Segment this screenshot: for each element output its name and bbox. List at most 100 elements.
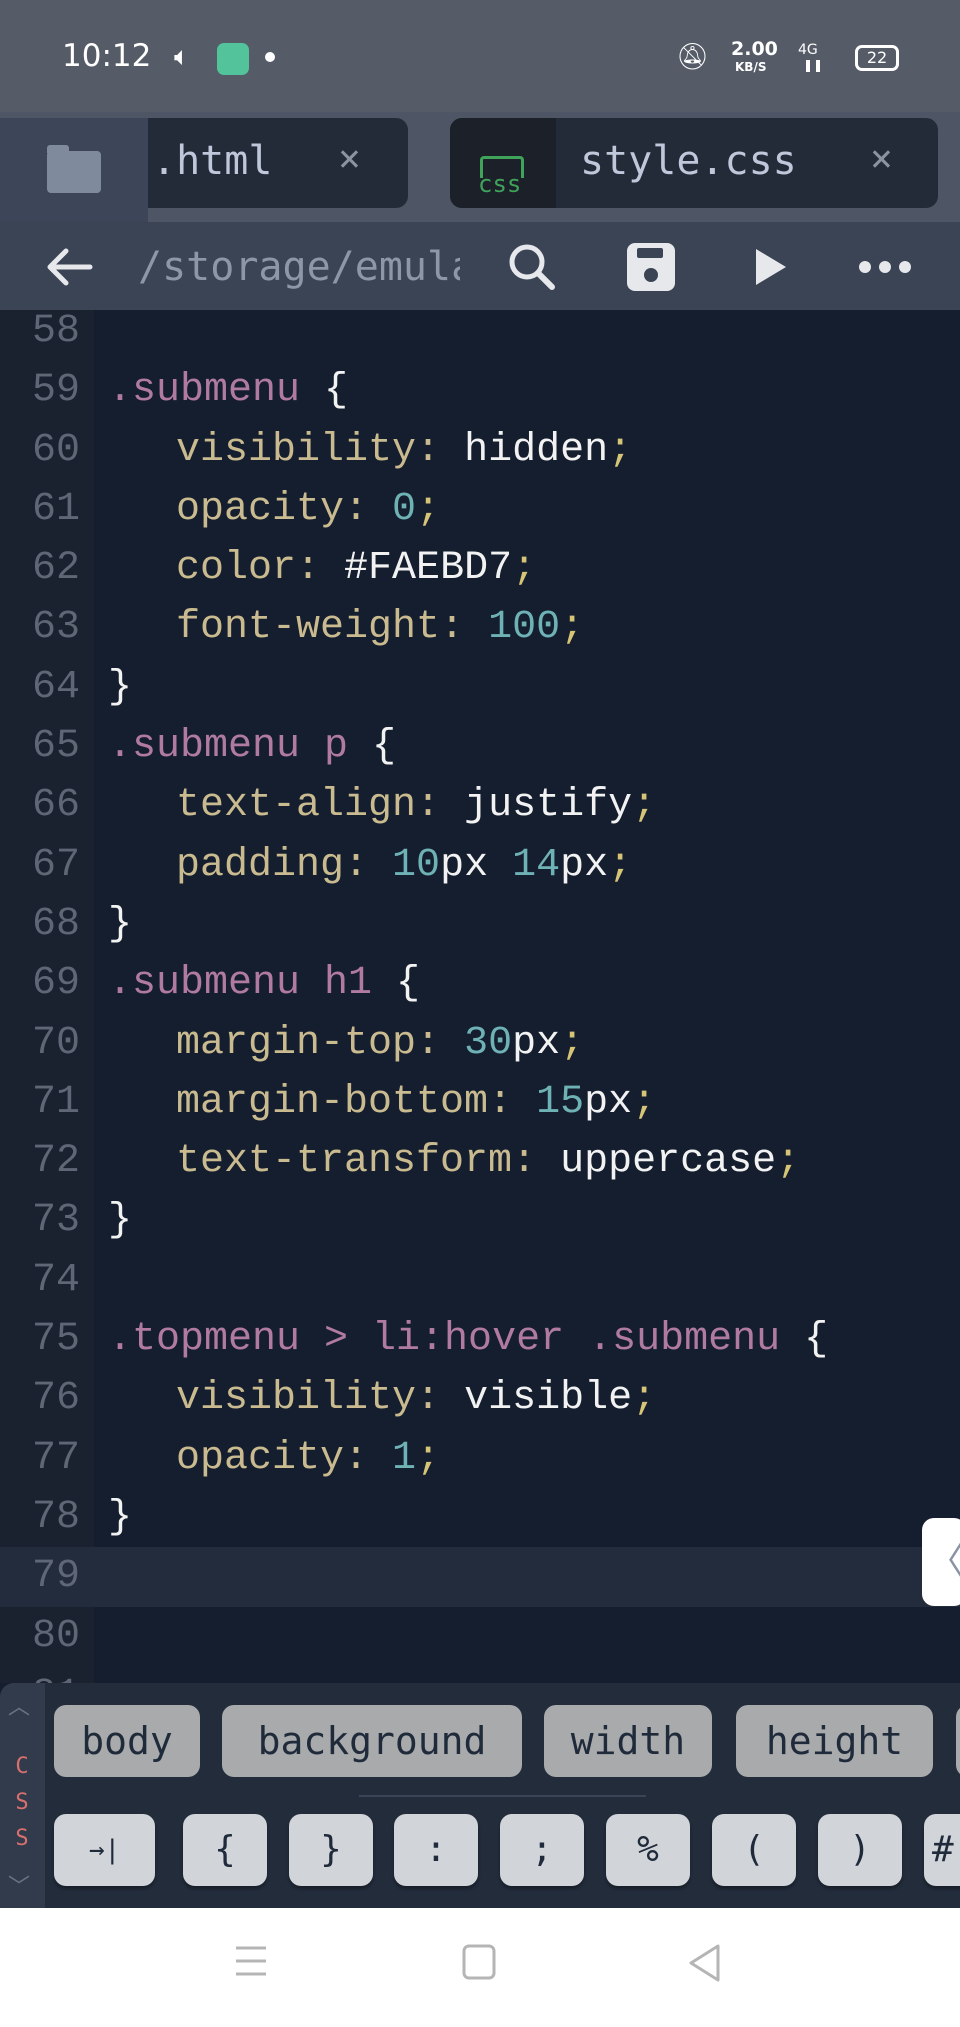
- key-close-brace[interactable]: }: [289, 1814, 373, 1886]
- code-line[interactable]: 58: [0, 310, 960, 361]
- line-number: 72: [31, 1139, 80, 1185]
- token-prop: text-transform: [176, 1139, 513, 1185]
- code-line[interactable]: 67 padding: 10px 14px;: [0, 836, 960, 895]
- token-semi: ;: [608, 427, 633, 473]
- search-icon[interactable]: [497, 232, 567, 302]
- mode-label: C S S: [15, 1754, 29, 1851]
- token-brace: }: [108, 1198, 133, 1244]
- code-text: .submenu h1 {: [108, 954, 420, 1013]
- code-line[interactable]: 78}: [0, 1488, 960, 1547]
- net-unit: KB/S: [735, 60, 767, 74]
- code-line[interactable]: 64}: [0, 658, 960, 717]
- token-prop: :: [416, 427, 465, 473]
- token-prop: font-weight: [176, 605, 441, 651]
- key-colon[interactable]: :: [394, 1814, 478, 1886]
- token-prop: visibility: [176, 427, 417, 473]
- tab-style-css[interactable]: css style.css ×: [450, 118, 938, 208]
- code-line[interactable]: 76 visibility: visible;: [0, 1369, 960, 1428]
- code-editor[interactable]: 58 59 .submenu {60 visibility: hidden; 61 opa…: [0, 310, 960, 1683]
- code-line[interactable]: 61 opacity: 0;: [0, 480, 960, 539]
- token-sel: .submenu h1: [108, 961, 373, 1007]
- chevron-up-icon[interactable]: ︿: [8, 1689, 30, 1721]
- suggestion-more[interactable]: [956, 1705, 960, 1777]
- code-line[interactable]: 75 .topmenu > li:hover .submenu {: [0, 1310, 960, 1369]
- app-notification-icon: [217, 43, 249, 75]
- home-icon[interactable]: [462, 1944, 496, 1984]
- file-browser-button[interactable]: [0, 118, 148, 222]
- suggestion-height[interactable]: height: [736, 1705, 933, 1777]
- back-icon[interactable]: [688, 1944, 722, 1986]
- volume-icon: 🔈︎: [174, 42, 190, 72]
- side-panel-handle[interactable]: 〈: [922, 1518, 960, 1606]
- chevron-down-icon[interactable]: ﹀: [8, 1869, 30, 1901]
- key-open-brace[interactable]: {: [183, 1814, 267, 1886]
- suggestion-background[interactable]: background: [222, 1705, 522, 1777]
- code-text: font-weight: 100;: [176, 598, 584, 657]
- token-num: 10: [392, 842, 441, 888]
- token-prop: :: [512, 1139, 561, 1185]
- code-text: color: #FAEBD7;: [176, 539, 536, 598]
- token-sel: .submenu: [108, 368, 301, 414]
- code-line[interactable]: 71 margin-bottom: 15px;: [0, 1073, 960, 1132]
- key-open-paren[interactable]: (: [712, 1814, 796, 1886]
- code-line[interactable]: 80: [0, 1607, 960, 1666]
- token-val: px: [512, 1020, 561, 1066]
- mode-strip: ︿ C S S ﹀: [0, 1683, 45, 1908]
- code-line[interactable]: 62 color: #FAEBD7;: [0, 539, 960, 598]
- token-prop: opacity: [176, 1435, 345, 1481]
- clock: 10:12: [62, 38, 152, 74]
- save-icon[interactable]: [616, 232, 686, 302]
- token-num: 0: [392, 486, 417, 532]
- key-close-paren[interactable]: ): [818, 1814, 902, 1886]
- back-arrow-icon[interactable]: [34, 232, 104, 302]
- more-icon[interactable]: [850, 232, 920, 302]
- code-line[interactable]: 72 text-transform: uppercase;: [0, 1132, 960, 1191]
- close-icon[interactable]: ×: [870, 136, 893, 180]
- token-semi: ;: [632, 783, 657, 829]
- token-prop: :: [296, 546, 345, 592]
- code-line[interactable]: 59 .submenu {: [0, 361, 960, 420]
- token-prop: :: [488, 1079, 537, 1125]
- code-line[interactable]: 60 visibility: hidden;: [0, 421, 960, 480]
- close-icon[interactable]: ×: [338, 136, 361, 180]
- code-text: opacity: 1;: [176, 1429, 440, 1488]
- code-line[interactable]: 77 opacity: 1;: [0, 1429, 960, 1488]
- code-line[interactable]: 81: [0, 1666, 960, 1683]
- key-percent[interactable]: %: [606, 1814, 690, 1886]
- code-line[interactable]: 70 margin-top: 30px;: [0, 1014, 960, 1073]
- token-prop: visibility: [176, 1376, 417, 1422]
- suggestion-width[interactable]: width: [544, 1705, 712, 1777]
- code-text: .submenu {: [108, 361, 348, 420]
- token-num: 30: [464, 1020, 513, 1066]
- code-line[interactable]: 66 text-align: justify;: [0, 776, 960, 835]
- code-text: }: [108, 1191, 132, 1250]
- line-number: 78: [31, 1494, 80, 1540]
- run-icon[interactable]: [735, 232, 805, 302]
- token-sel: .submenu p: [108, 724, 349, 770]
- code-line[interactable]: 65 .submenu p {: [0, 717, 960, 776]
- token-val: px: [440, 842, 513, 888]
- menu-icon[interactable]: [234, 1944, 268, 1982]
- token-prop: :: [416, 1020, 465, 1066]
- token-brace: }: [108, 664, 133, 710]
- code-line[interactable]: 73}: [0, 1191, 960, 1250]
- token-brace: {: [372, 961, 421, 1007]
- line-number: 75: [31, 1317, 80, 1363]
- line-number: 70: [31, 1020, 80, 1066]
- line-number: 74: [31, 1257, 80, 1303]
- suggestion-body[interactable]: body: [54, 1705, 200, 1777]
- key-semicolon[interactable]: ;: [500, 1814, 584, 1886]
- file-path: /storage/emulated: [138, 244, 460, 290]
- code-text: padding: 10px 14px;: [176, 836, 632, 895]
- tab-html[interactable]: .html ×: [148, 118, 408, 208]
- code-line[interactable]: 69 .submenu h1 {: [0, 954, 960, 1013]
- code-line[interactable]: 63 font-weight: 100;: [0, 598, 960, 657]
- key-hash[interactable]: #: [924, 1814, 960, 1886]
- code-line[interactable]: 79: [0, 1547, 960, 1607]
- toolbar: /storage/emulated: [0, 222, 960, 310]
- code-text: .submenu p {: [108, 717, 396, 776]
- code-line[interactable]: 74: [0, 1251, 960, 1310]
- token-val: uppercase: [560, 1139, 777, 1185]
- key-tab[interactable]: →|: [54, 1814, 155, 1886]
- code-line[interactable]: 68}: [0, 895, 960, 954]
